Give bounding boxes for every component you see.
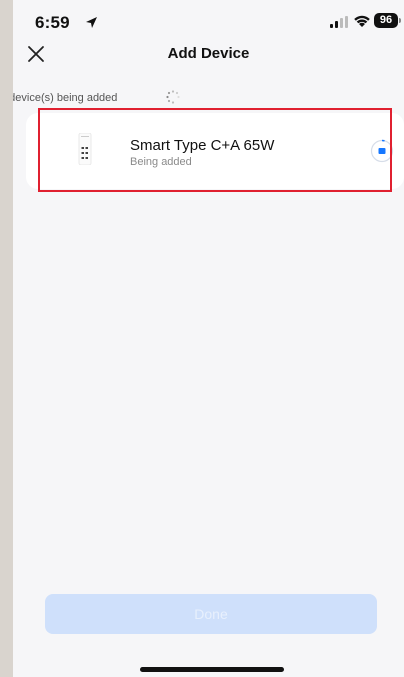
battery-cap <box>399 18 401 23</box>
app-screen: 6:59 96 Add Device 1 device(s) being add… <box>13 0 404 677</box>
cellular-signal-icon <box>330 16 348 28</box>
page-title: Add Device <box>167 45 250 62</box>
device-count-text: 1 device(s) being added <box>13 92 118 104</box>
adding-progress-icon <box>370 139 394 163</box>
location-arrow-icon <box>86 17 97 28</box>
status-bar: 6:59 96 <box>13 0 404 44</box>
battery-level: 96 <box>374 13 398 28</box>
done-button[interactable]: Done <box>45 594 377 634</box>
home-indicator <box>140 667 284 672</box>
loading-spinner-icon <box>166 90 180 104</box>
device-thumbnail-icon <box>78 133 92 165</box>
device-name: Smart Type C+A 65W <box>130 137 275 154</box>
device-card[interactable]: Smart Type C+A 65W Being added <box>26 113 404 189</box>
status-time: 6:59 <box>35 13 70 32</box>
device-status: Being added <box>130 156 192 168</box>
wifi-icon <box>354 15 370 27</box>
